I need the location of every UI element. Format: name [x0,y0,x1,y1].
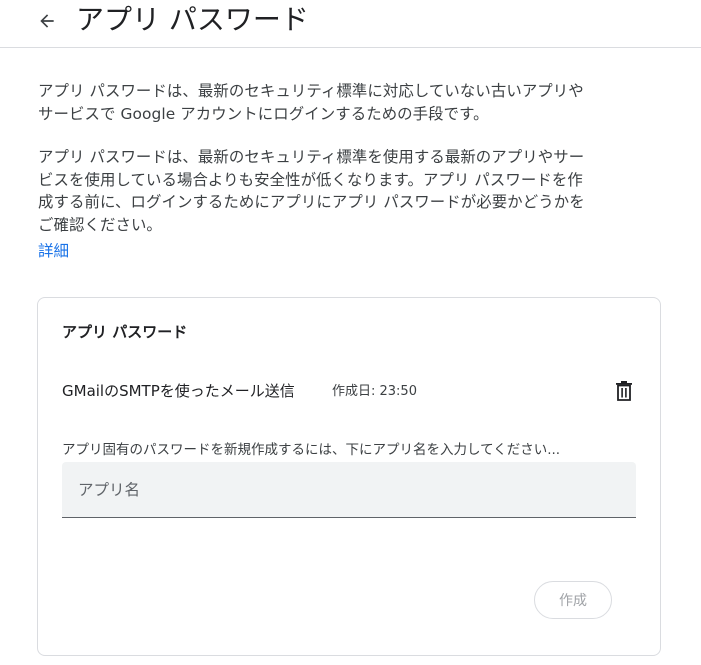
app-password-row: GMailのSMTPを使ったメール送信 作成日: 23:50 [62,378,636,404]
intro-paragraph-2: アプリ パスワードは、最新のセキュリティ標準を使用する最新のアプリやサービスを使… [38,148,585,234]
app-name-input[interactable] [62,462,636,518]
app-password-name: GMailのSMTPを使ったメール送信 [62,382,295,400]
back-button[interactable] [34,8,60,34]
intro-paragraph-1: アプリ パスワードは、最新のセキュリティ標準に対応していない古いアプリやサービス… [38,82,584,123]
app-password-created-date: 作成日: 23:50 [332,384,417,399]
page-title: アプリ パスワード [76,3,309,36]
arrow-back-icon [40,14,54,28]
create-hint-text: アプリ固有のパスワードを新規作成するには、下にアプリ名を入力してください... [62,442,561,458]
app-passwords-card: アプリ パスワード GMailのSMTPを使ったメール送信 作成日: 23:50… [37,297,661,656]
learn-more-link[interactable]: 詳細 [38,240,69,262]
create-button[interactable]: 作成 [534,581,612,619]
delete-app-password-button[interactable] [612,378,636,404]
trash-icon [616,381,632,401]
page-header: アプリ パスワード [0,0,701,48]
card-title: アプリ パスワード [62,323,188,341]
